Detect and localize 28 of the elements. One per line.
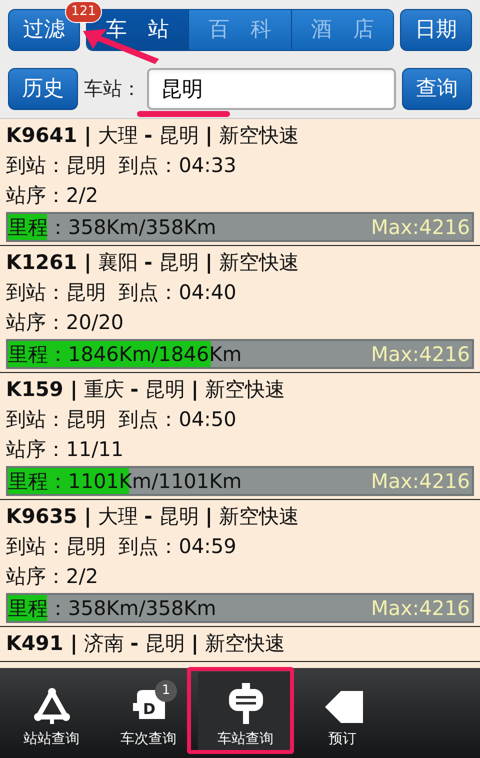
- stop-order: 站序：2/2: [6, 563, 100, 590]
- arrival-info: 到站：昆明 到点：04:50: [6, 406, 238, 433]
- tab-bar-item[interactable]: 预订: [295, 672, 390, 754]
- arrival-info: 到站：昆明 到点：04:40: [6, 279, 238, 306]
- date-button[interactable]: 日期: [400, 9, 472, 51]
- train-title: K491 | 济南 - 昆明 | 新空快速: [6, 630, 286, 657]
- max-mileage: Max:4216: [371, 595, 471, 622]
- tab-bar-item[interactable]: D 1 车次查询: [101, 672, 196, 754]
- count-badge: 1: [155, 680, 177, 702]
- max-mileage: Max:4216: [371, 468, 471, 495]
- train-title: K9635 | 大理 - 昆明 | 新空快速: [6, 503, 300, 530]
- field-label: 车站：: [84, 76, 141, 102]
- triangle-nodes-icon: [32, 685, 72, 725]
- train-title: K1261 | 襄阳 - 昆明 | 新空快速: [6, 249, 300, 276]
- tab-bar-item[interactable]: 站站查询: [4, 672, 99, 754]
- train-title: K9641 | 大理 - 昆明 | 新空快速: [6, 122, 300, 149]
- station-field[interactable]: 昆明: [147, 68, 396, 110]
- query-button[interactable]: 查询: [402, 68, 472, 110]
- stop-order: 站序：20/20: [6, 309, 125, 336]
- max-mileage: Max:4216: [371, 341, 471, 368]
- history-button[interactable]: 历史: [8, 68, 78, 110]
- train-title: K159 | 重庆 - 昆明 | 新空快速: [6, 376, 286, 403]
- max-mileage: Max:4216: [371, 214, 471, 241]
- arrival-info: 到站：昆明 到点：04:59: [6, 533, 238, 560]
- stop-order: 站序：11/11: [6, 436, 125, 463]
- count-badge: 121: [65, 1, 102, 23]
- stop-order: 站序：2/2: [6, 182, 100, 209]
- arrival-info: 到站：昆明 到点：04:33: [6, 152, 238, 179]
